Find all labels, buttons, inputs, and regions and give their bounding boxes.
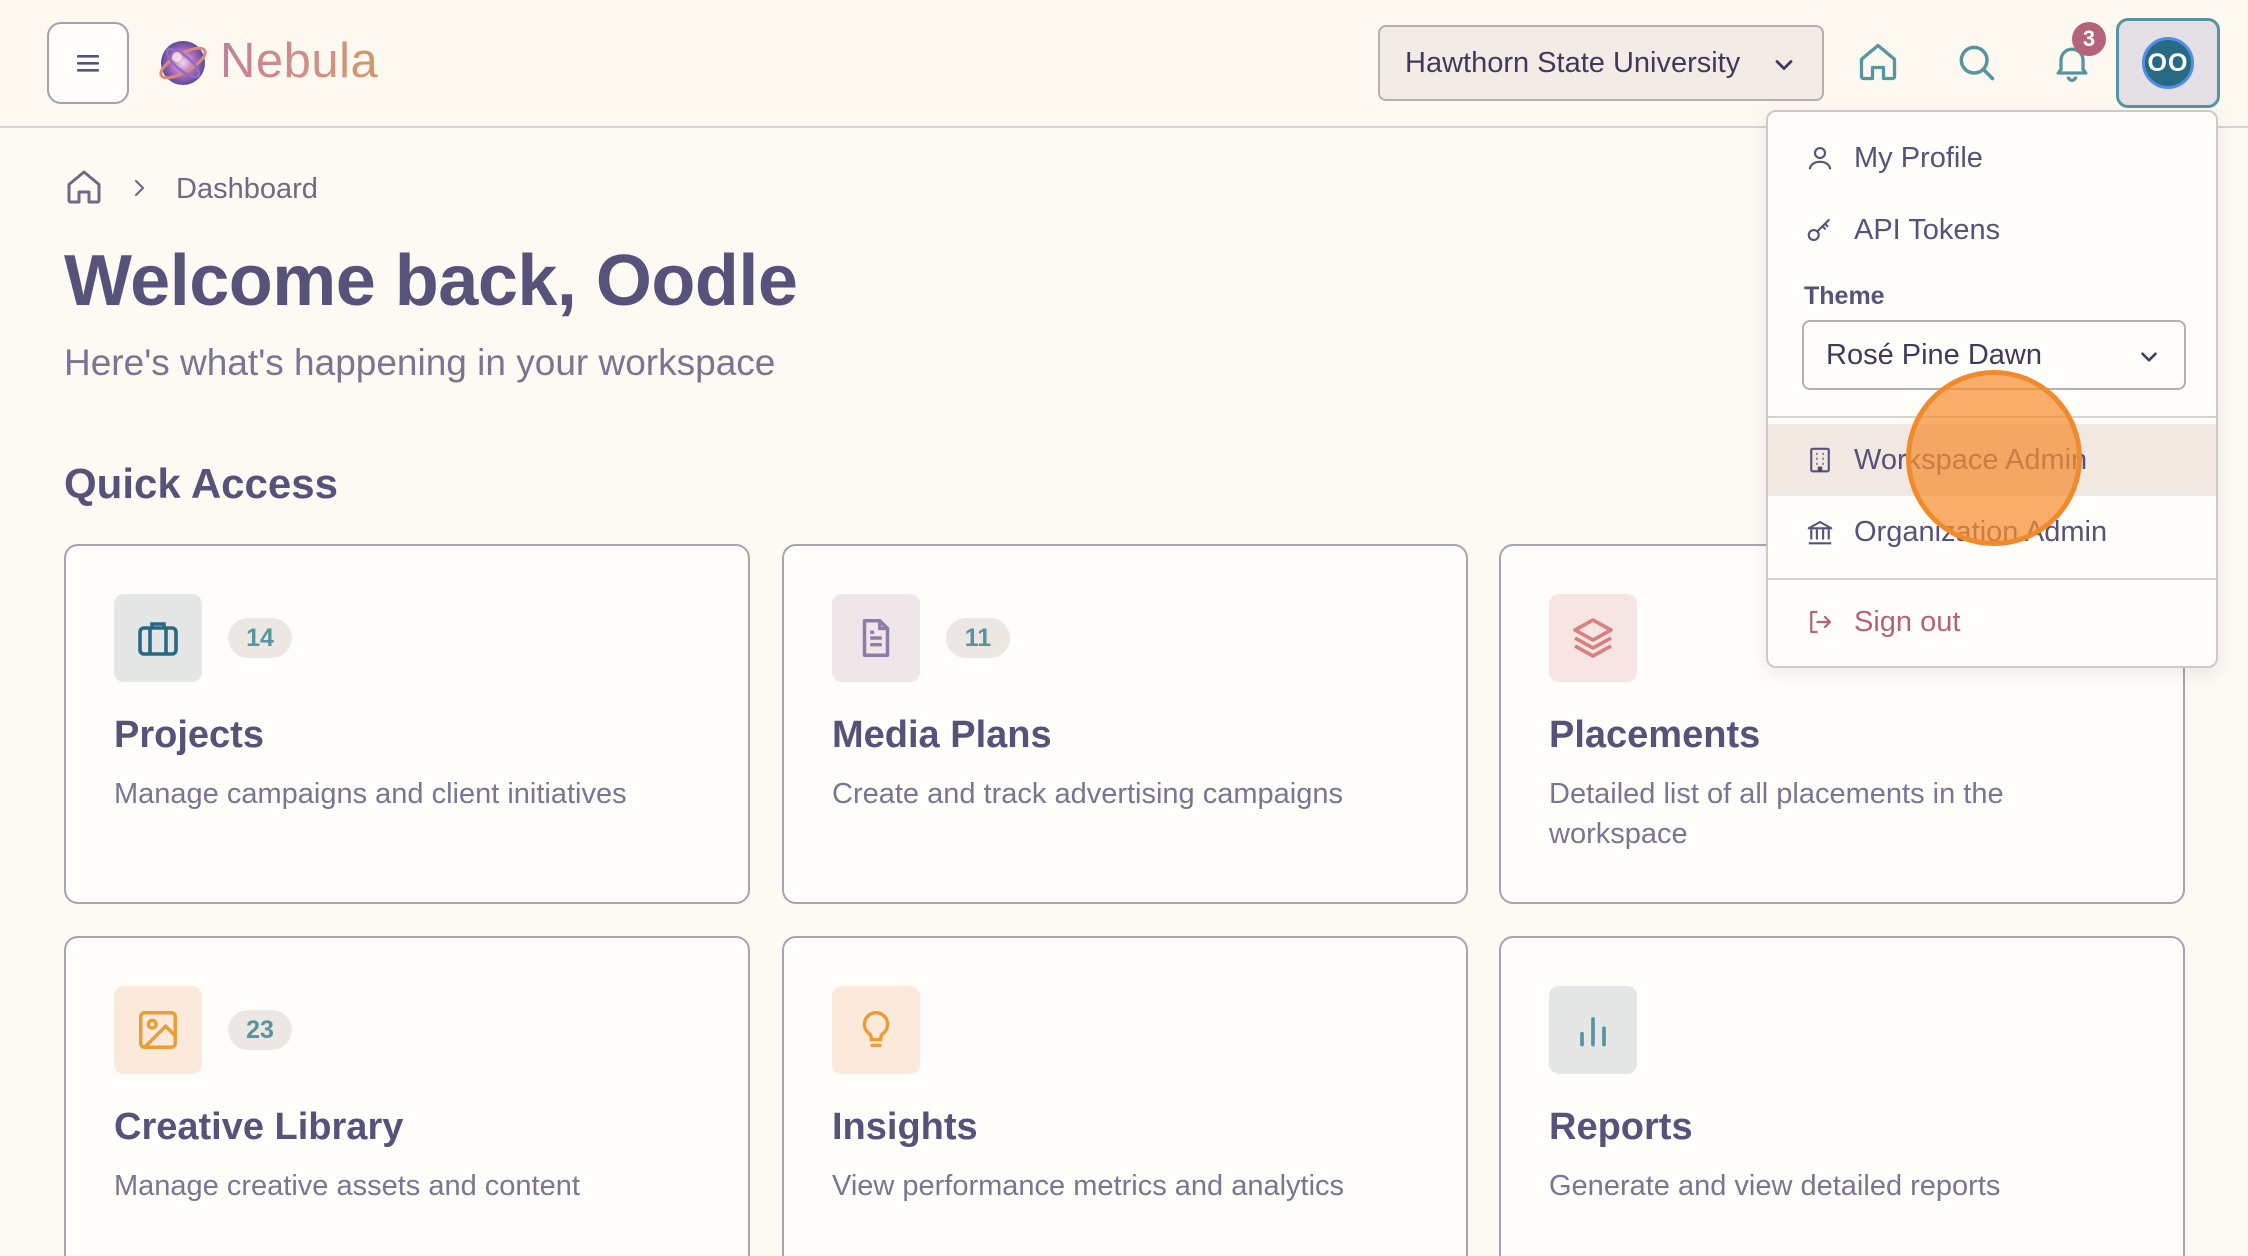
key-icon xyxy=(1804,214,1836,246)
section-title: Quick Access xyxy=(64,460,338,507)
organization-name: Hawthorn State University xyxy=(1405,46,1741,79)
lightbulb-icon xyxy=(832,986,920,1074)
menu-item-api-tokens[interactable]: API Tokens xyxy=(1768,194,2216,266)
menu-item-sign-out[interactable]: Sign out xyxy=(1768,586,2216,658)
avatar: OO xyxy=(2142,37,2194,89)
breadcrumb-current: Dashboard xyxy=(176,173,318,205)
card-description: Manage campaigns and client initiatives xyxy=(114,778,627,810)
notification-count-badge: 3 xyxy=(2072,22,2106,56)
theme-label: Theme xyxy=(1804,282,1885,310)
menu-item-label: Sign out xyxy=(1854,605,1961,638)
card-title: Media Plans xyxy=(832,714,1052,756)
breadcrumb-home-icon[interactable] xyxy=(64,167,104,207)
card-description: Create and track advertising campaigns xyxy=(832,778,1343,810)
menu-item-label: My Profile xyxy=(1854,141,1983,174)
page-subtitle: Here's what's happening in your workspac… xyxy=(64,342,776,383)
home-button[interactable] xyxy=(1851,35,1905,89)
page-title: Welcome back, Oodle xyxy=(64,241,798,321)
menu-toggle-button[interactable] xyxy=(47,22,129,104)
briefcase-icon xyxy=(114,594,202,682)
media-plans-count-badge: 11 xyxy=(946,618,1010,658)
card-description: Manage creative assets and content xyxy=(114,1170,580,1202)
projects-count-badge: 14 xyxy=(228,618,292,658)
card-creative-library[interactable]: 23 Creative Library Manage creative asse… xyxy=(64,936,750,1256)
creative-library-count-badge: 23 xyxy=(228,1010,292,1050)
menu-item-my-profile[interactable]: My Profile xyxy=(1768,122,2216,194)
hamburger-icon xyxy=(77,55,99,72)
home-icon xyxy=(1859,43,1897,81)
building-icon xyxy=(1804,444,1836,476)
card-title: Placements xyxy=(1549,714,1761,756)
card-title: Insights xyxy=(832,1106,978,1148)
card-description: View performance metrics and analytics xyxy=(832,1170,1345,1202)
card-title: Projects xyxy=(114,714,264,756)
theme-value: Rosé Pine Dawn xyxy=(1826,338,2042,371)
user-menu-button[interactable]: OO xyxy=(2116,18,2220,108)
chevron-right-icon xyxy=(134,179,145,197)
card-insights[interactable]: Insights View performance metrics and an… xyxy=(782,936,1468,1256)
image-icon xyxy=(114,986,202,1074)
menu-divider xyxy=(1768,578,2216,580)
user-icon xyxy=(1804,142,1836,174)
card-description: Generate and view detailed reports xyxy=(1549,1170,2001,1202)
card-title: Creative Library xyxy=(114,1106,404,1148)
card-reports[interactable]: Reports Generate and view detailed repor… xyxy=(1499,936,2185,1256)
search-icon xyxy=(1959,45,1995,81)
chevron-down-icon xyxy=(1775,60,1793,70)
card-description: Detailed list of all placements in the w… xyxy=(1549,778,2004,850)
bar-chart-icon xyxy=(1549,986,1637,1074)
bank-icon xyxy=(1804,516,1836,548)
top-header: Nebula Hawthorn State University 3 OO xyxy=(0,0,2248,128)
menu-item-label: API Tokens xyxy=(1854,213,2001,246)
search-button[interactable] xyxy=(1949,35,2003,89)
nebula-logo-icon xyxy=(159,41,207,85)
card-projects[interactable]: 14 Projects Manage campaigns and client … xyxy=(64,544,750,904)
card-title: Reports xyxy=(1549,1106,1693,1148)
sign-out-icon xyxy=(1804,606,1836,638)
layers-icon xyxy=(1549,594,1637,682)
organization-select[interactable]: Hawthorn State University xyxy=(1378,25,1824,101)
app-name: Nebula xyxy=(220,34,379,88)
chevron-down-icon xyxy=(2141,352,2157,362)
card-media-plans[interactable]: 11 Media Plans Create and track advertis… xyxy=(782,544,1468,904)
document-icon xyxy=(832,594,920,682)
click-indicator xyxy=(1906,370,2082,546)
